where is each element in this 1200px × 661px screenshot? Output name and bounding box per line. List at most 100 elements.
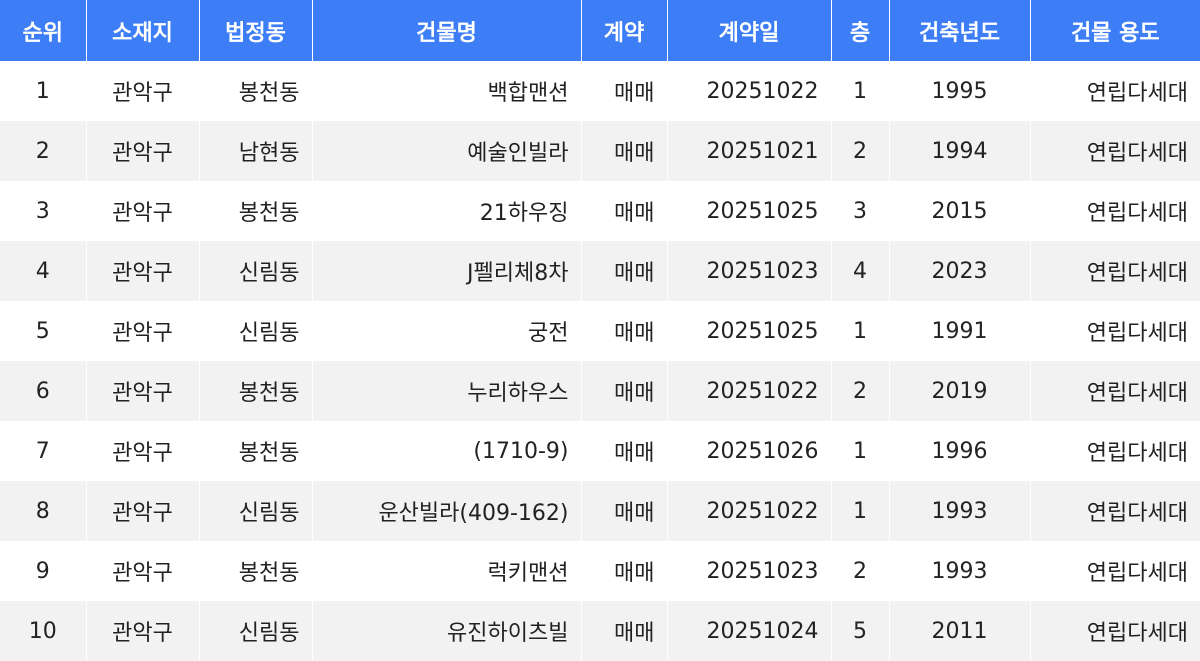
cell-building-name: 21하우징 [312,181,582,241]
cell-building-name: 예술인빌라 [312,121,582,181]
header-contract-date: 계약일 [667,0,832,61]
cell-location: 관악구 [86,541,200,601]
cell-rank: 3 [0,181,87,241]
cell-building-use: 연립다세대 [1030,361,1200,421]
cell-floor: 1 [831,481,890,541]
cell-rank: 8 [0,481,87,541]
cell-build-year: 2015 [889,181,1031,241]
cell-floor: 5 [831,601,890,661]
cell-legal-dong: 봉천동 [199,361,313,421]
table-row: 6 관악구 봉천동 누리하우스 매매 20251022 2 2019 연립다세대 [0,361,1200,421]
cell-rank: 6 [0,361,87,421]
header-location: 소재지 [86,0,200,61]
cell-floor: 4 [831,241,890,301]
cell-contract: 매매 [581,541,668,601]
cell-legal-dong: 봉천동 [199,61,313,121]
cell-location: 관악구 [86,121,200,181]
header-build-year: 건축년도 [889,0,1031,61]
cell-legal-dong: 봉천동 [199,421,313,481]
cell-legal-dong: 신림동 [199,241,313,301]
cell-rank: 7 [0,421,87,481]
cell-contract: 매매 [581,241,668,301]
header-rank: 순위 [0,0,87,61]
cell-building-use: 연립다세대 [1030,541,1200,601]
cell-floor: 1 [831,61,890,121]
cell-building-use: 연립다세대 [1030,61,1200,121]
cell-building-name: 백합맨션 [312,61,582,121]
cell-rank: 10 [0,601,87,661]
cell-legal-dong: 신림동 [199,301,313,361]
table-row: 8 관악구 신림동 운산빌라(409-162) 매매 20251022 1 1993 연립다세대 [0,481,1200,541]
cell-contract-date: 20251023 [667,241,832,301]
cell-contract-date: 20251022 [667,361,832,421]
cell-location: 관악구 [86,241,200,301]
cell-legal-dong: 남현동 [199,121,313,181]
cell-contract-date: 20251025 [667,301,832,361]
cell-rank: 1 [0,61,87,121]
cell-contract: 매매 [581,421,668,481]
cell-legal-dong: 신림동 [199,481,313,541]
cell-location: 관악구 [86,601,200,661]
cell-rank: 5 [0,301,87,361]
table-row: 1 관악구 봉천동 백합맨션 매매 20251022 1 1995 연립다세대 [0,61,1200,121]
cell-contract-date: 20251022 [667,61,832,121]
cell-building-name: 운산빌라(409-162) [312,481,582,541]
table-row: 10 관악구 신림동 유진하이츠빌 매매 20251024 5 2011 연립다세대 [0,601,1200,661]
cell-build-year: 1993 [889,481,1031,541]
cell-rank: 4 [0,241,87,301]
cell-contract: 매매 [581,601,668,661]
cell-build-year: 2019 [889,361,1031,421]
cell-floor: 1 [831,421,890,481]
cell-floor: 1 [831,301,890,361]
cell-rank: 9 [0,541,87,601]
cell-location: 관악구 [86,301,200,361]
cell-floor: 3 [831,181,890,241]
cell-floor: 2 [831,541,890,601]
cell-rank: 2 [0,121,87,181]
cell-build-year: 1995 [889,61,1031,121]
cell-building-use: 연립다세대 [1030,181,1200,241]
cell-contract: 매매 [581,181,668,241]
cell-building-name: J펠리체8차 [312,241,582,301]
table-row: 7 관악구 봉천동 (1710-9) 매매 20251026 1 1996 연립다세대 [0,421,1200,481]
cell-build-year: 2011 [889,601,1031,661]
cell-build-year: 1996 [889,421,1031,481]
cell-building-name: (1710-9) [312,421,582,481]
cell-contract-date: 20251021 [667,121,832,181]
cell-building-use: 연립다세대 [1030,481,1200,541]
cell-contract-date: 20251026 [667,421,832,481]
cell-floor: 2 [831,361,890,421]
cell-contract: 매매 [581,361,668,421]
cell-contract: 매매 [581,301,668,361]
table-row: 4 관악구 신림동 J펠리체8차 매매 20251023 4 2023 연립다세대 [0,241,1200,301]
cell-contract-date: 20251025 [667,181,832,241]
table-header-row: 순위 소재지 법정동 건물명 계약 계약일 층 건축년도 건물 용도 [0,0,1200,61]
cell-location: 관악구 [86,361,200,421]
table-row: 5 관악구 신림동 궁전 매매 20251025 1 1991 연립다세대 [0,301,1200,361]
cell-location: 관악구 [86,181,200,241]
cell-legal-dong: 신림동 [199,601,313,661]
header-contract: 계약 [581,0,668,61]
cell-location: 관악구 [86,61,200,121]
cell-contract-date: 20251023 [667,541,832,601]
cell-building-name: 유진하이츠빌 [312,601,582,661]
cell-contract: 매매 [581,61,668,121]
cell-floor: 2 [831,121,890,181]
header-legal-dong: 법정동 [199,0,313,61]
table-row: 9 관악구 봉천동 럭키맨션 매매 20251023 2 1993 연립다세대 [0,541,1200,601]
cell-contract: 매매 [581,481,668,541]
cell-build-year: 1991 [889,301,1031,361]
cell-location: 관악구 [86,421,200,481]
cell-contract-date: 20251022 [667,481,832,541]
table-row: 3 관악구 봉천동 21하우징 매매 20251025 3 2015 연립다세대 [0,181,1200,241]
cell-legal-dong: 봉천동 [199,181,313,241]
cell-building-use: 연립다세대 [1030,421,1200,481]
cell-contract-date: 20251024 [667,601,832,661]
cell-build-year: 2023 [889,241,1031,301]
cell-build-year: 1994 [889,121,1031,181]
cell-building-use: 연립다세대 [1030,121,1200,181]
cell-building-use: 연립다세대 [1030,601,1200,661]
cell-location: 관악구 [86,481,200,541]
header-building-use: 건물 용도 [1030,0,1200,61]
cell-legal-dong: 봉천동 [199,541,313,601]
